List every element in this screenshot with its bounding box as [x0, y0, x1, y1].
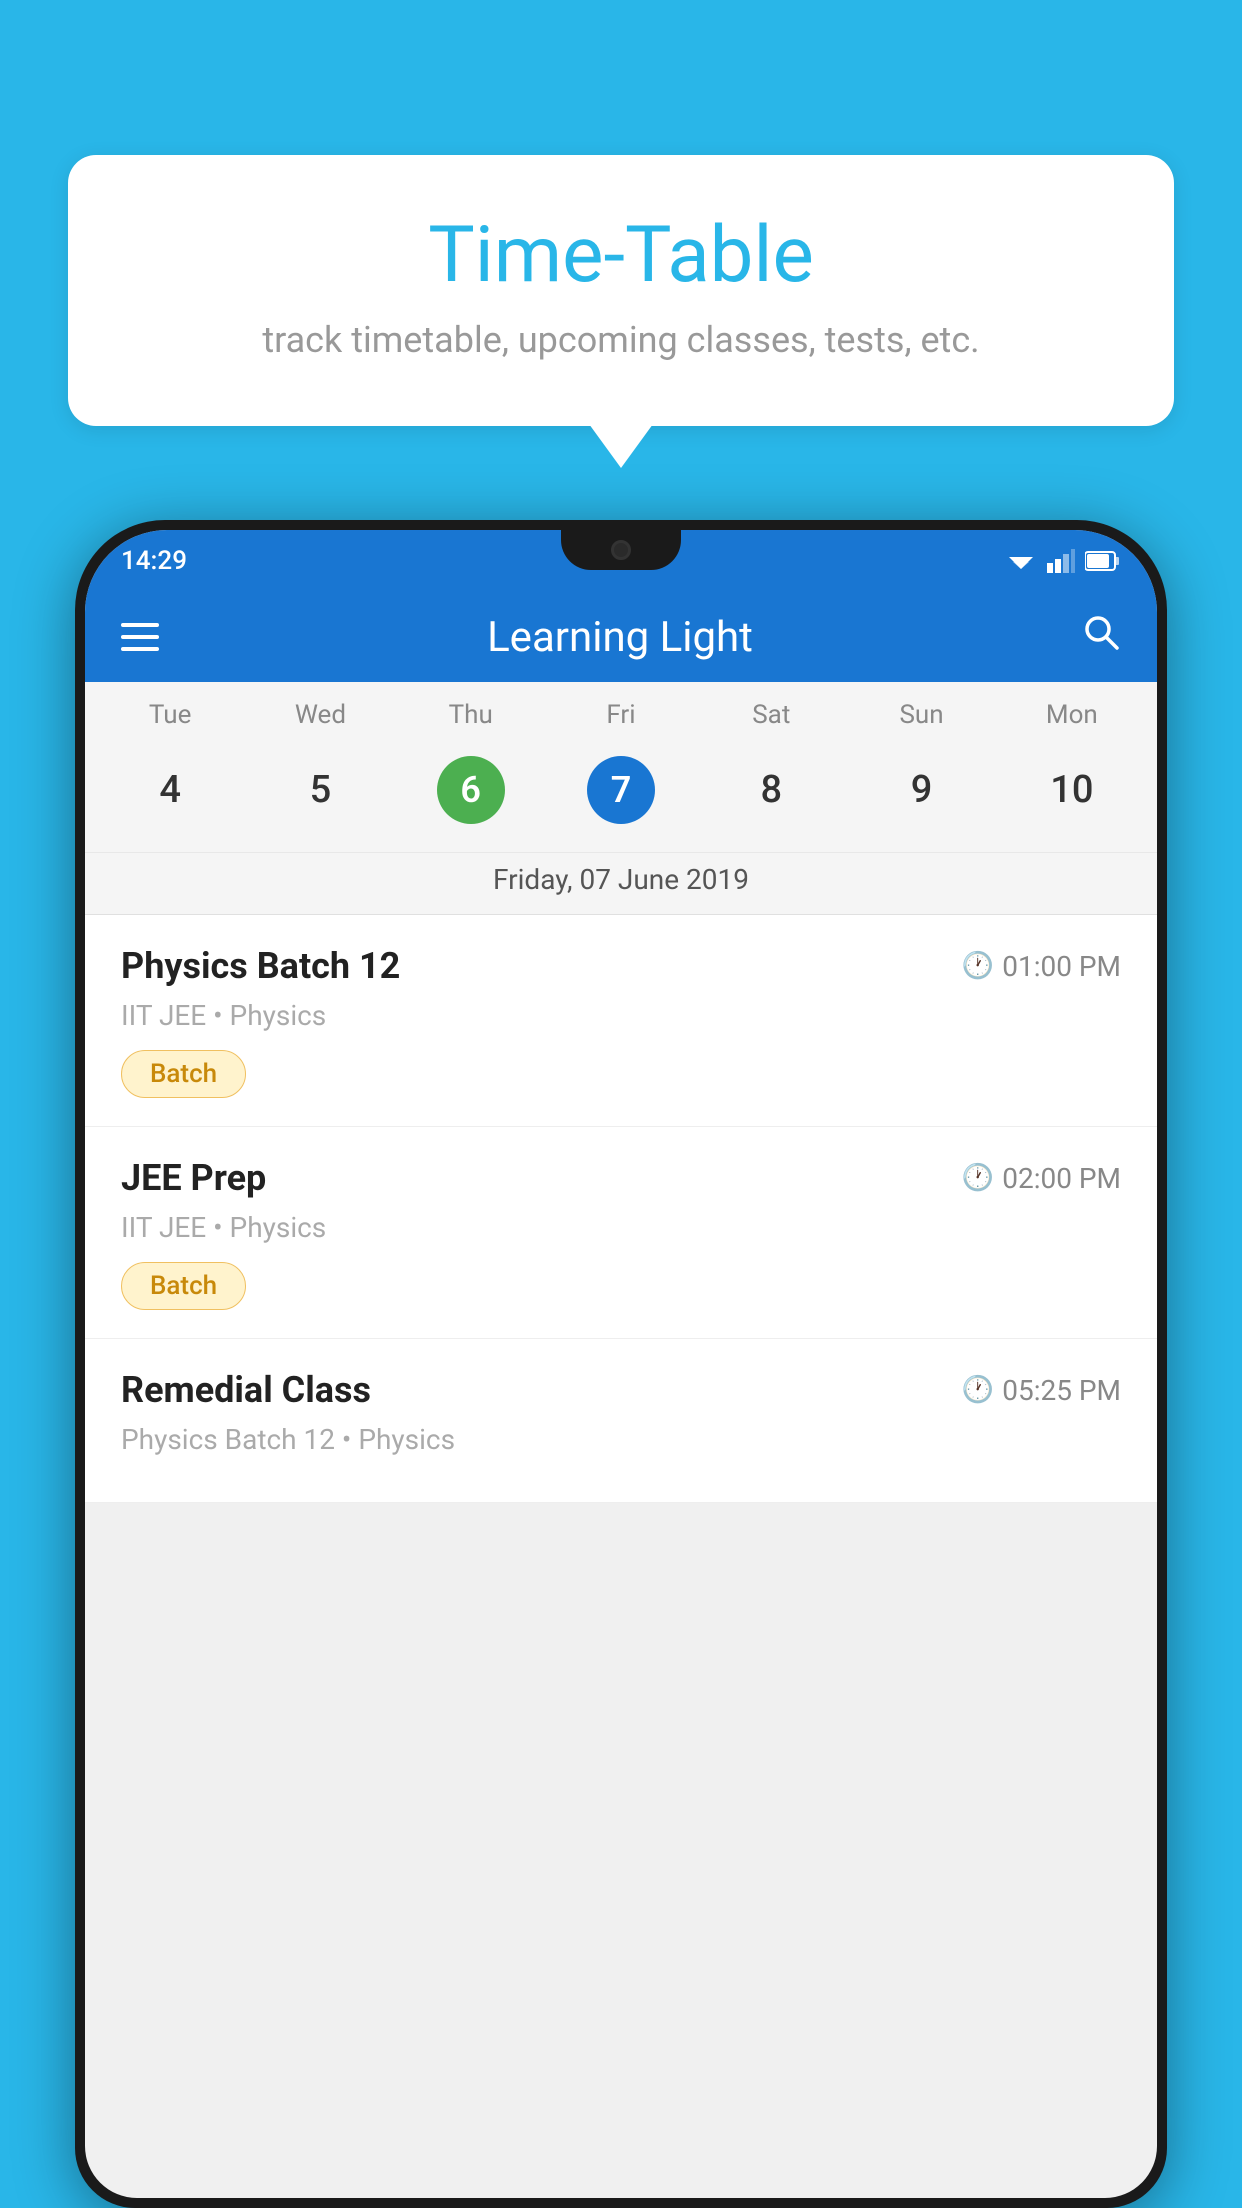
status-time: 14:29 [121, 546, 187, 576]
day-5[interactable]: 5 [245, 746, 395, 834]
signal-icon [1047, 549, 1075, 573]
day-header-tue: Tue [95, 700, 245, 730]
selected-circle: 7 [587, 756, 655, 824]
day-header-mon: Mon [997, 700, 1147, 730]
status-icons [1005, 549, 1121, 573]
schedule-subtitle-2: IIT JEE • Physics [121, 1211, 1121, 1244]
tooltip-title: Time-Table [118, 210, 1124, 301]
day-9[interactable]: 9 [846, 746, 996, 834]
schedule-title-2: JEE Prep [121, 1157, 266, 1199]
notch [561, 530, 681, 570]
schedule-item-1[interactable]: Physics Batch 12 🕐 01:00 PM IIT JEE • Ph… [85, 915, 1157, 1127]
schedule-item-header-1: Physics Batch 12 🕐 01:00 PM [121, 945, 1121, 987]
day-header-fri: Fri [546, 700, 696, 730]
schedule-item-3[interactable]: Remedial Class 🕐 05:25 PM Physics Batch … [85, 1339, 1157, 1503]
schedule-list: Physics Batch 12 🕐 01:00 PM IIT JEE • Ph… [85, 915, 1157, 1503]
phone-frame: 14:29 [75, 520, 1167, 2208]
day-8[interactable]: 8 [696, 746, 846, 834]
app-bar: Learning Light [85, 592, 1157, 682]
day-header-sun: Sun [846, 700, 996, 730]
calendar-strip: Tue Wed Thu Fri Sat Sun Mon 4 5 6 7 8 9 … [85, 682, 1157, 915]
battery-icon [1085, 550, 1121, 572]
status-bar: 14:29 [85, 530, 1157, 592]
app-bar-title: Learning Light [189, 613, 1051, 662]
today-circle: 6 [437, 756, 505, 824]
day-6[interactable]: 6 [396, 746, 546, 834]
day-7[interactable]: 7 [546, 746, 696, 834]
camera-dot [611, 540, 631, 560]
batch-badge-2: Batch [121, 1262, 246, 1310]
day-10[interactable]: 10 [997, 746, 1147, 834]
clock-icon-3: 🕐 [962, 1375, 994, 1405]
phone-inner: 14:29 [85, 530, 1157, 2198]
day-header-wed: Wed [245, 700, 395, 730]
clock-icon-2: 🕐 [962, 1163, 994, 1193]
day-headers: Tue Wed Thu Fri Sat Sun Mon [85, 682, 1157, 738]
selected-date-label: Friday, 07 June 2019 [85, 852, 1157, 914]
hamburger-menu-icon[interactable] [121, 623, 159, 651]
schedule-title-1: Physics Batch 12 [121, 945, 400, 987]
schedule-time-2: 🕐 02:00 PM [962, 1162, 1121, 1195]
schedule-item-2[interactable]: JEE Prep 🕐 02:00 PM IIT JEE • Physics Ba… [85, 1127, 1157, 1339]
clock-icon-1: 🕐 [962, 951, 994, 981]
schedule-time-3: 🕐 05:25 PM [962, 1374, 1121, 1407]
schedule-time-1: 🕐 01:00 PM [962, 950, 1121, 983]
day-header-thu: Thu [396, 700, 546, 730]
schedule-item-header-3: Remedial Class 🕐 05:25 PM [121, 1369, 1121, 1411]
tooltip-card: Time-Table track timetable, upcoming cla… [68, 155, 1174, 426]
batch-badge-1: Batch [121, 1050, 246, 1098]
search-button[interactable] [1081, 612, 1121, 662]
schedule-subtitle-3: Physics Batch 12 • Physics [121, 1423, 1121, 1456]
day-4[interactable]: 4 [95, 746, 245, 834]
schedule-item-header-2: JEE Prep 🕐 02:00 PM [121, 1157, 1121, 1199]
schedule-subtitle-1: IIT JEE • Physics [121, 999, 1121, 1032]
day-header-sat: Sat [696, 700, 846, 730]
tooltip-subtitle: track timetable, upcoming classes, tests… [118, 319, 1124, 361]
wifi-icon [1005, 549, 1037, 573]
schedule-title-3: Remedial Class [121, 1369, 371, 1411]
day-numbers: 4 5 6 7 8 9 10 [85, 738, 1157, 852]
